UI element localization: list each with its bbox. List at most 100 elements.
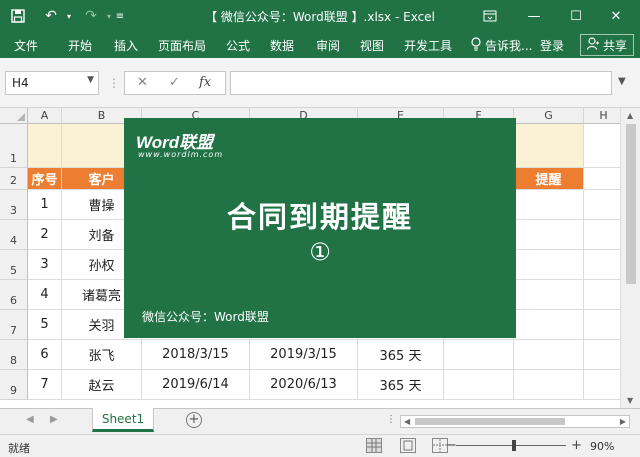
zoom-slider-thumb[interactable] (512, 440, 516, 451)
add-sheet-icon[interactable]: + (186, 412, 202, 428)
row-header-8[interactable]: 8 (0, 340, 28, 370)
zoom-slider-track[interactable] (456, 445, 566, 446)
prev-sheet-icon[interactable]: ◀ (26, 414, 34, 425)
name-box[interactable]: H4 ▼ (5, 71, 99, 95)
brand-url: www.wordlm.com (138, 150, 224, 159)
cell-g6[interactable] (514, 280, 584, 310)
tab-insert[interactable]: 插入 (114, 37, 138, 54)
column-header-g[interactable]: G (514, 108, 584, 124)
chevron-down-icon[interactable]: ▼ (87, 75, 94, 85)
scroll-left-icon[interactable]: ◀ (404, 417, 410, 426)
row-header-7[interactable]: 7 (0, 310, 28, 340)
redo-icon[interactable]: ↷ (80, 6, 102, 26)
normal-view-icon[interactable] (366, 438, 382, 453)
header-cell-g[interactable]: 提醒 (514, 168, 584, 190)
horizontal-scrollbar[interactable]: ◀ ▶ (400, 415, 630, 428)
cell-a5[interactable]: 3 (28, 250, 62, 280)
cell-a1[interactable] (28, 124, 62, 168)
zoom-level[interactable]: 90% (590, 440, 614, 453)
zoom-in-icon[interactable]: + (571, 438, 582, 453)
row-header-2[interactable]: 2 (0, 168, 28, 190)
undo-icon[interactable]: ↶ (40, 6, 62, 26)
row-header-4[interactable]: 4 (0, 220, 28, 250)
redo-dropdown-icon[interactable]: ▾ (104, 6, 114, 26)
cell-c8[interactable]: 2018/3/15 (142, 340, 250, 370)
cell-h2[interactable] (584, 168, 620, 190)
customize-quick-access-icon[interactable]: ≡ (114, 6, 126, 26)
tell-me-box[interactable]: 告诉我... (470, 37, 532, 54)
column-header-h[interactable]: H (584, 108, 620, 124)
formula-bar-grip-icon[interactable]: ⋮ (108, 76, 120, 90)
minimize-icon[interactable]: — (524, 6, 544, 26)
select-all-button[interactable] (0, 108, 28, 124)
enter-icon[interactable]: ✓ (169, 75, 180, 90)
row-header-5[interactable]: 5 (0, 250, 28, 280)
tab-developer[interactable]: 开发工具 (404, 37, 452, 54)
sheet-tab-sheet1[interactable]: Sheet1 (92, 408, 154, 432)
cell-a8[interactable]: 6 (28, 340, 62, 370)
tab-formulas[interactable]: 公式 (226, 37, 250, 54)
cell-d8[interactable]: 2019/3/15 (250, 340, 358, 370)
cell-a9[interactable]: 7 (28, 370, 62, 400)
cell-h9[interactable] (584, 370, 620, 400)
tab-data[interactable]: 数据 (270, 37, 294, 54)
cell-g4[interactable] (514, 220, 584, 250)
vertical-scroll-thumb[interactable] (626, 124, 636, 284)
cell-a4[interactable]: 2 (28, 220, 62, 250)
cell-f8[interactable] (444, 340, 514, 370)
cell-h4[interactable] (584, 220, 620, 250)
row-header-3[interactable]: 3 (0, 190, 28, 220)
cell-h5[interactable] (584, 250, 620, 280)
tab-file[interactable]: 文件 (14, 37, 38, 54)
tab-review[interactable]: 审阅 (316, 37, 340, 54)
tab-page-layout[interactable]: 页面布局 (158, 37, 206, 54)
cell-b8[interactable]: 张飞 (62, 340, 142, 370)
sheet-split-grip-icon[interactable]: ⋮ (386, 414, 396, 425)
cell-a3[interactable]: 1 (28, 190, 62, 220)
formula-input[interactable] (230, 71, 612, 95)
save-icon[interactable] (8, 6, 28, 26)
cell-a7[interactable]: 5 (28, 310, 62, 340)
cell-e9[interactable]: 365 天 (358, 370, 444, 400)
scroll-down-icon[interactable]: ▼ (627, 396, 633, 405)
cell-g7[interactable] (514, 310, 584, 340)
expand-formula-bar-icon[interactable]: ▼ (618, 76, 626, 87)
row-header-9[interactable]: 9 (0, 370, 28, 400)
cell-g9[interactable] (514, 370, 584, 400)
vertical-scrollbar[interactable]: ▲ ▼ (620, 108, 640, 408)
login-link[interactable]: 登录 (540, 37, 564, 54)
undo-dropdown-icon[interactable]: ▾ (64, 6, 74, 26)
cell-h8[interactable] (584, 340, 620, 370)
ribbon-display-options-icon[interactable] (480, 6, 500, 26)
cell-h1[interactable] (584, 124, 620, 168)
page-layout-view-icon[interactable] (400, 438, 416, 453)
header-cell-a[interactable]: 序号 (28, 168, 62, 190)
row-header-1[interactable]: 1 (0, 124, 28, 168)
scroll-right-icon[interactable]: ▶ (620, 417, 626, 426)
cell-g3[interactable] (514, 190, 584, 220)
cell-c9[interactable]: 2019/6/14 (142, 370, 250, 400)
tab-home[interactable]: 开始 (68, 37, 92, 54)
cell-f9[interactable] (444, 370, 514, 400)
insert-function-icon[interactable]: fx (199, 75, 211, 90)
share-button[interactable]: 共享 (579, 34, 634, 56)
scroll-up-icon[interactable]: ▲ (627, 111, 633, 120)
tab-view[interactable]: 视图 (360, 37, 384, 54)
maximize-icon[interactable]: ☐ (566, 6, 586, 26)
cell-h7[interactable] (584, 310, 620, 340)
cell-e8[interactable]: 365 天 (358, 340, 444, 370)
cell-g5[interactable] (514, 250, 584, 280)
cell-g1[interactable] (514, 124, 584, 168)
cell-a6[interactable]: 4 (28, 280, 62, 310)
cell-h3[interactable] (584, 190, 620, 220)
row-header-6[interactable]: 6 (0, 280, 28, 310)
cell-d9[interactable]: 2020/6/13 (250, 370, 358, 400)
cell-h6[interactable] (584, 280, 620, 310)
cell-g8[interactable] (514, 340, 584, 370)
horizontal-scroll-thumb[interactable] (415, 418, 565, 425)
cell-b9[interactable]: 赵云 (62, 370, 142, 400)
cancel-icon[interactable]: ✕ (137, 75, 148, 90)
next-sheet-icon[interactable]: ▶ (50, 414, 58, 425)
column-header-a[interactable]: A (28, 108, 62, 124)
close-icon[interactable]: ✕ (606, 6, 626, 26)
